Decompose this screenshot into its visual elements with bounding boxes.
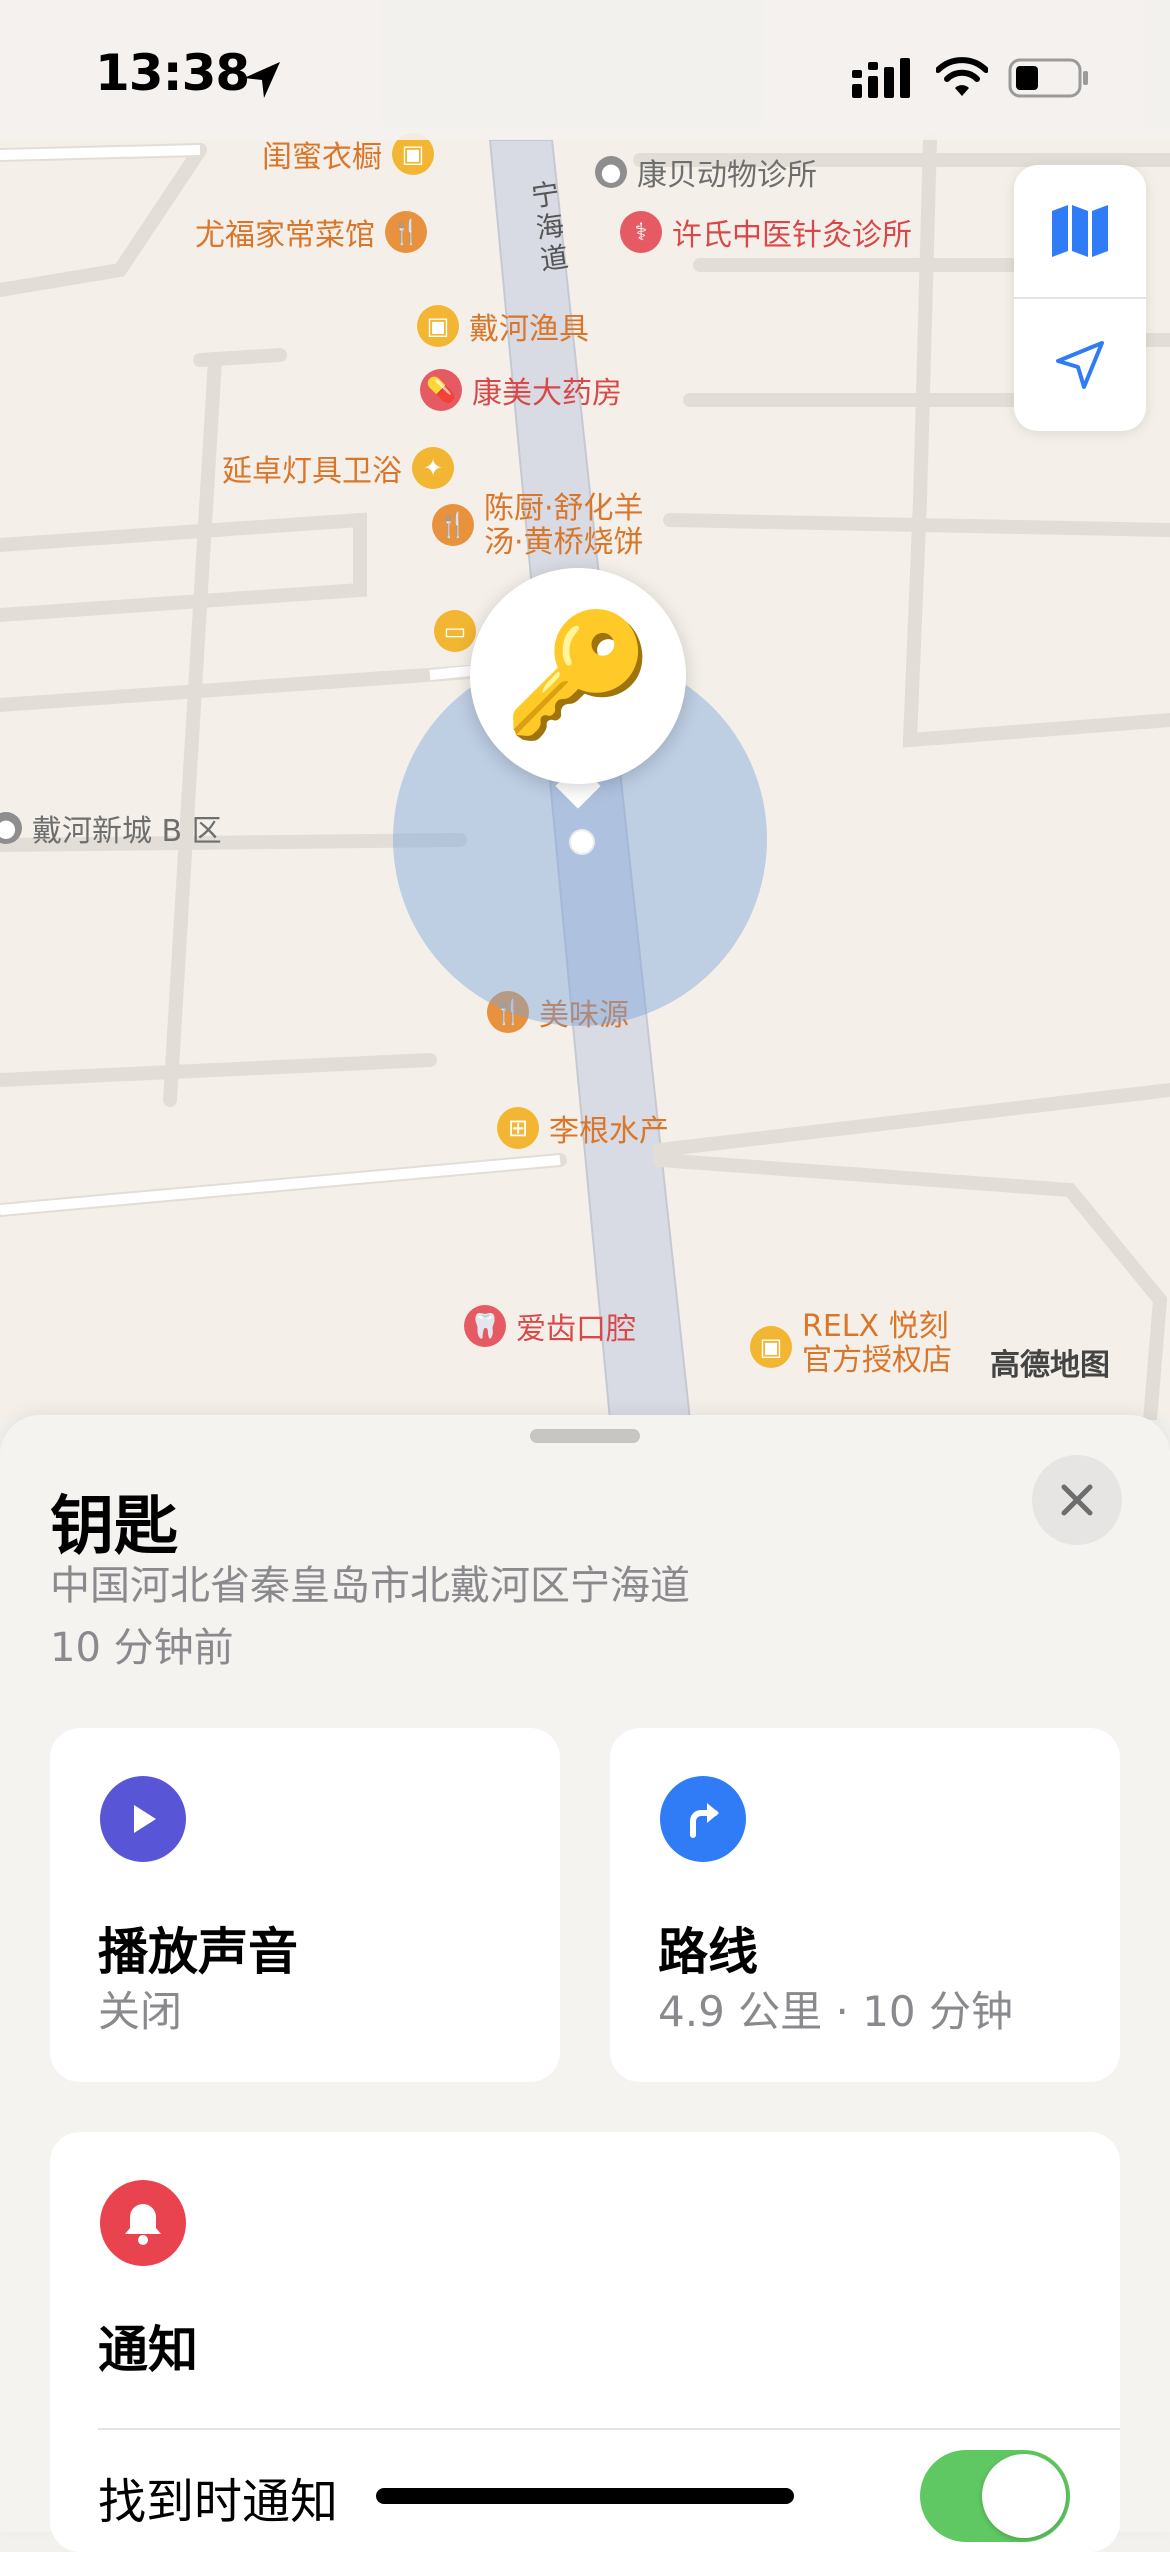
- shopping-bag-icon: ▣: [417, 305, 459, 347]
- tooth-icon: 🦷: [464, 1305, 506, 1347]
- play-icon: [134, 1805, 156, 1833]
- poi-youfu-restaurant[interactable]: 尤福家常菜馆 🍴: [195, 210, 427, 254]
- item-address: 中国河北省秦皇岛市北戴河区宁海道: [50, 1563, 690, 1609]
- map-controls: [1014, 165, 1146, 431]
- poi-label: 许氏中医针灸诊所: [672, 218, 912, 253]
- poi-electronics[interactable]: ▭: [434, 610, 476, 652]
- poi-label: 李根水产: [549, 1114, 669, 1149]
- key-icon: 🔑: [503, 606, 653, 745]
- fork-knife-icon: 🍴: [385, 211, 427, 253]
- directions-distance: 4.9 公里 · 10 分钟: [658, 1987, 1013, 2036]
- poi-label: 康美大药房: [472, 376, 622, 411]
- status-time: 13:38: [95, 44, 250, 102]
- directions-title: 路线: [658, 1923, 758, 1981]
- poi-daihe-fishing[interactable]: ▣ 戴河渔具: [417, 304, 589, 348]
- fork-knife-icon: 🍴: [432, 504, 474, 546]
- wifi-icon: [936, 57, 988, 96]
- poi-ligen-seafood[interactable]: ⊞ 李根水产: [497, 1106, 669, 1150]
- notifications-title: 通知: [98, 2321, 198, 2379]
- poi-label-line2: 官方授权店: [802, 1343, 952, 1378]
- battery-icon: [1008, 58, 1088, 98]
- home-indicator[interactable]: [376, 2488, 794, 2504]
- location-arrow-icon: [1056, 341, 1104, 389]
- play-sound-button[interactable]: 播放声音 关闭: [50, 1728, 560, 2082]
- map-mode-button[interactable]: [1014, 165, 1146, 297]
- status-bar: 13:38: [0, 0, 1170, 140]
- item-detail-sheet: 钥匙 中国河北省秦皇岛市北戴河区宁海道 10 分钟前 播放声音 关闭 路线 4.…: [0, 1415, 1170, 2552]
- lamp-icon: ✦: [412, 447, 454, 489]
- cellular-signal-icon: [852, 58, 910, 98]
- key-pin[interactable]: 🔑: [470, 568, 686, 784]
- poi-kangbei-vet[interactable]: ● 康贝动物诊所: [595, 150, 817, 194]
- poi-aichi-dental[interactable]: 🦷 爱齿口腔: [464, 1304, 636, 1348]
- notifications-divider: [98, 2428, 1120, 2430]
- toggle-knob: [982, 2454, 1066, 2538]
- track-location-button[interactable]: [1014, 299, 1146, 431]
- directions-arrow-icon: [690, 1803, 719, 1838]
- pin-dot-icon: ●: [595, 156, 627, 188]
- poi-daihe-xincheng[interactable]: ● 戴河新城 B 区: [0, 806, 222, 850]
- close-button[interactable]: [1032, 1455, 1122, 1545]
- play-sound-title: 播放声音: [98, 1923, 298, 1981]
- poi-relx-store[interactable]: ▣ RELX 悦刻 官方授权店: [750, 1310, 952, 1378]
- sheet-grabber[interactable]: [530, 1429, 640, 1443]
- poi-kangmei-pharmacy[interactable]: 💊 康美大药房: [420, 368, 622, 412]
- poi-yanzhuo-lighting[interactable]: 延卓灯具卫浴 ✦: [222, 446, 454, 490]
- poi-label: 戴河渔具: [469, 312, 589, 347]
- stethoscope-icon: ⚕: [620, 211, 662, 253]
- map-icon: [1052, 205, 1108, 257]
- basket-icon: ⊞: [497, 1107, 539, 1149]
- poi-xu-clinic[interactable]: ⚕ 许氏中医针灸诊所: [620, 210, 912, 254]
- poi-label: 康贝动物诊所: [637, 158, 817, 193]
- poi-chenchu[interactable]: 🍴 陈厨·舒化羊 汤·黄桥烧饼: [432, 492, 644, 560]
- directions-icon-circle: [660, 1776, 746, 1862]
- monitor-icon: ▭: [434, 610, 476, 652]
- location-dot: [569, 829, 595, 855]
- notify-when-found-label: 找到时通知: [98, 2474, 339, 2530]
- bell-icon-circle: [100, 2180, 186, 2266]
- shopping-bag-icon: ▣: [750, 1326, 792, 1368]
- poi-label: 尤福家常菜馆: [195, 218, 375, 253]
- play-sound-status: 关闭: [98, 1987, 183, 2036]
- location-arrow-icon: [244, 62, 280, 98]
- bell-icon: [125, 2204, 161, 2245]
- poi-label: 延卓灯具卫浴: [222, 454, 402, 489]
- directions-button[interactable]: 路线 4.9 公里 · 10 分钟: [610, 1728, 1120, 2082]
- map-view[interactable]: 宁海道 闺蜜衣橱 ▣ ● 康贝动物诊所 尤福家常菜馆 🍴 ⚕ 许氏中医针灸诊所 …: [0, 0, 1170, 1420]
- poi-label-line2: 汤·黄桥烧饼: [484, 525, 644, 560]
- item-last-seen: 10 分钟前: [50, 1625, 234, 1671]
- pin-dot-icon: ●: [0, 812, 22, 844]
- poi-label: 陈厨·舒化羊: [484, 491, 644, 526]
- poi-label: 戴河新城 B 区: [32, 814, 222, 849]
- poi-label: 爱齿口腔: [516, 1312, 636, 1347]
- pill-icon: 💊: [420, 369, 462, 411]
- map-attribution: 高德地图: [990, 1348, 1110, 1383]
- close-icon: [1061, 1484, 1093, 1516]
- poi-label: RELX 悦刻: [802, 1309, 949, 1344]
- play-icon-circle: [100, 1776, 186, 1862]
- notify-when-found-toggle[interactable]: [920, 2450, 1070, 2542]
